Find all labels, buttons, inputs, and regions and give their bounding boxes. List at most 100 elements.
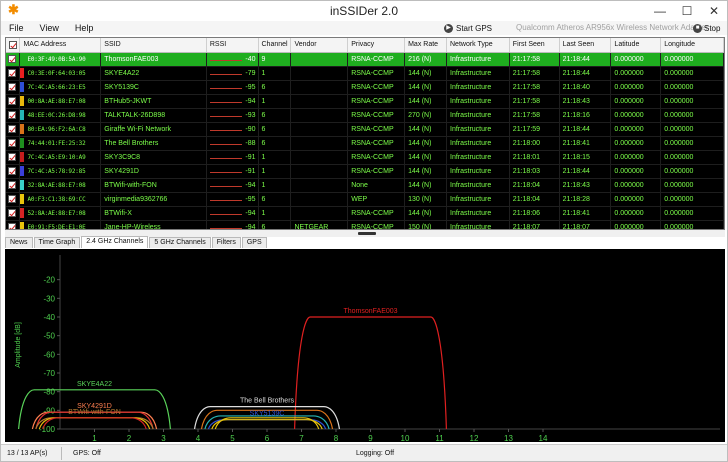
column-header[interactable]: Vendor (290, 38, 349, 53)
row-checkbox-cell[interactable] (6, 150, 21, 165)
table-row[interactable]: 52:8A:AE:88:E7:08 BTWifi-X -94 1 RSNA-CCMP 14… (6, 206, 724, 221)
column-header[interactable]: Network Type (446, 38, 510, 53)
row-checkbox[interactable] (8, 55, 16, 63)
tab-gps[interactable]: GPS (241, 237, 267, 248)
row-checkbox-cell[interactable] (6, 108, 21, 123)
mac-address: 74:44:01:FE:25:32 (27, 139, 86, 147)
row-checkbox-cell[interactable] (6, 52, 21, 67)
row-checkbox[interactable] (8, 83, 16, 91)
select-all-column[interactable] (6, 38, 21, 53)
column-header[interactable]: Longitude (660, 38, 724, 53)
row-checkbox-cell[interactable] (6, 164, 21, 179)
privacy-cell: RSNA-CCMP (347, 80, 406, 95)
tab-filters[interactable]: Filters (211, 237, 241, 248)
row-checkbox[interactable] (8, 97, 16, 105)
column-header[interactable]: Max Rate (404, 38, 447, 53)
lat-cell: 0.000000 (610, 192, 662, 207)
lat-cell: 0.000000 (610, 164, 662, 179)
minimize-button[interactable]: — (646, 1, 674, 21)
table-row[interactable]: 32:8A:AE:88:E7:08 BTWifi-with-FON -94 1 None… (6, 178, 724, 193)
last-cell: 21:18:41 (559, 206, 612, 221)
ch-cell: 6 (258, 122, 292, 137)
column-header[interactable]: Privacy (347, 38, 406, 53)
start-gps-button[interactable]: ▶ Start GPS (444, 21, 492, 35)
row-checkbox[interactable] (8, 167, 16, 175)
row-checkbox[interactable] (8, 69, 16, 77)
last-cell: 21:18:28 (559, 192, 612, 207)
row-checkbox-cell[interactable] (6, 122, 21, 137)
lon-cell: 0.000000 (660, 178, 724, 193)
row-checkbox[interactable] (8, 125, 16, 133)
adapter-selector[interactable]: Qualcomm Atheros AR956x Wireless Network… (516, 21, 709, 35)
row-checkbox-cell[interactable] (6, 94, 21, 109)
scrollbar-thumb[interactable] (358, 232, 376, 235)
rate-cell: 144 (N) (404, 80, 447, 95)
column-header[interactable]: RSSI (206, 38, 259, 53)
row-checkbox[interactable] (8, 181, 16, 189)
rssi-value: -90 (245, 125, 256, 133)
close-button[interactable]: ✕ (700, 1, 727, 21)
table-row[interactable]: 80:EA:96:F2:6A:C8 Giraffe Wi-Fi Network -9… (6, 122, 724, 137)
privacy-cell: RSNA-CCMP (347, 220, 406, 229)
table-row[interactable]: E0:91:F5:DE:E1:0E Jane-HP-Wireless -94 6 NET… (6, 220, 724, 229)
lon-cell: 0.000000 (660, 150, 724, 165)
rssi-cell: -95 (206, 80, 259, 95)
row-checkbox-cell[interactable] (6, 206, 21, 221)
row-checkbox-cell[interactable] (6, 136, 21, 151)
menu-file[interactable]: File (1, 23, 32, 33)
table-row[interactable]: 00:8A:AE:88:E7:08 BTHub5-JKWT -94 1 RSNA-CCM… (6, 94, 724, 109)
ch-cell: 1 (258, 66, 292, 81)
row-checkbox[interactable] (8, 209, 16, 217)
rate-cell: 144 (N) (404, 164, 447, 179)
maximize-button[interactable]: ☐ (673, 1, 701, 21)
last-cell: 21:18:16 (559, 108, 612, 123)
column-header[interactable]: First Seen (509, 38, 560, 53)
column-header[interactable]: Channel (258, 38, 292, 53)
tab-time-graph[interactable]: Time Graph (33, 237, 81, 248)
first-cell: 21:18:00 (509, 136, 560, 151)
row-checkbox[interactable] (8, 153, 16, 161)
row-checkbox-cell[interactable] (6, 178, 21, 193)
type-cell: Infrastructure (446, 94, 510, 109)
rate-cell: 144 (N) (404, 122, 447, 137)
stop-button[interactable]: ■ Stop (693, 21, 720, 35)
lon-cell: 0.000000 (660, 136, 724, 151)
table-row[interactable]: 7C:4C:A5:78:92:85 SKY4291D -91 1 RSNA-CCMP 14… (6, 164, 724, 179)
network-curve-label: ThomsonFAE003 (343, 308, 397, 315)
rssi-cell: -40 (206, 52, 259, 67)
ssid-cell: ThomsonFAE003 (100, 52, 207, 67)
rate-cell: 216 (N) (404, 52, 447, 67)
tab-2-4-ghz-channels[interactable]: 2.4 GHz Channels (81, 236, 149, 248)
row-checkbox[interactable] (8, 195, 16, 203)
column-header[interactable]: Latitude (610, 38, 662, 53)
row-checkbox[interactable] (8, 139, 16, 147)
table-row[interactable]: A0:F3:C1:38:69:CC virginmedia9362766 -95 6 W… (6, 192, 724, 207)
select-all-checkbox[interactable] (9, 40, 17, 49)
table-row[interactable]: 74:44:01:FE:25:32 The Bell Brothers -88 6 RS… (6, 136, 724, 151)
table-row[interactable]: E0:3F:49:0B:5A:90 ThomsonFAE003 -40 9 RSNA-C… (6, 52, 724, 67)
row-checkbox-cell[interactable] (6, 80, 21, 95)
column-header[interactable]: SSID (100, 38, 207, 53)
row-checkbox-cell[interactable] (6, 220, 21, 229)
menu-help[interactable]: Help (67, 23, 102, 33)
vendor-cell (290, 192, 349, 207)
column-header[interactable]: Last Seen (559, 38, 612, 53)
last-cell: 21:18:41 (559, 136, 612, 151)
menu-view[interactable]: View (32, 23, 67, 33)
row-checkbox-cell[interactable] (6, 66, 21, 81)
table-row[interactable]: C0:3E:0F:64:03:05 SKYE4A22 -79 1 RSNA-CCMP 14… (6, 66, 724, 81)
rssi-cell: -95 (206, 192, 259, 207)
table-row[interactable]: 7C:4C:A5:E9:10:A9 SKY3C9C8 -91 1 RSNA-CCMP 14… (6, 150, 724, 165)
column-header[interactable]: MAC Address (19, 38, 102, 53)
row-checkbox-cell[interactable] (6, 192, 21, 207)
table-row[interactable]: 7C:4C:A5:66:23:E5 SKY5139C -95 6 RSNA-CCMP 14… (6, 80, 724, 95)
table-row[interactable]: 48:EE:0C:26:D8:98 TALKTALK-26D898 -93 6 RSNA… (6, 108, 724, 123)
row-checkbox[interactable] (8, 223, 16, 229)
rssi-cell: -93 (206, 108, 259, 123)
tab-5-ghz-channels[interactable]: 5 GHz Channels (149, 237, 211, 248)
row-checkbox[interactable] (8, 111, 16, 119)
first-cell: 21:17:58 (509, 66, 560, 81)
mac-cell: 7C:4C:A5:66:23:E5 (19, 80, 102, 95)
first-cell: 21:18:06 (509, 206, 560, 221)
tab-news[interactable]: News (5, 237, 33, 248)
